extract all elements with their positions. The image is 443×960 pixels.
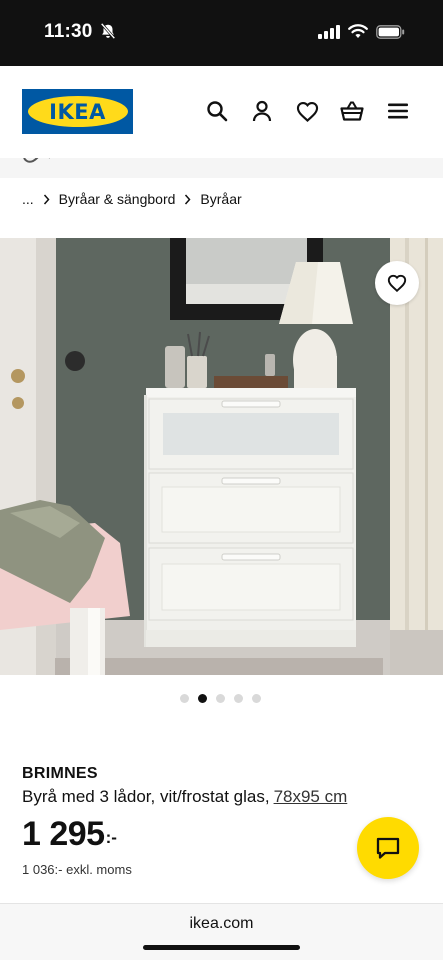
heart-icon [387,274,407,292]
logo-oval: IKEA [27,96,128,127]
wifi-icon [348,24,368,38]
home-indicator[interactable] [143,945,300,950]
site-header: IKEA [0,66,443,158]
breadcrumb-item-bedside[interactable]: Byråar & sängbord [59,191,176,207]
carousel-dot[interactable] [252,694,261,703]
product-name: BRIMNES [22,765,98,782]
battery-icon [376,24,405,39]
chevron-right-icon [43,194,50,204]
status-time: 11:30 [44,21,93,42]
breadcrumb: ... Byråar & sängbord Byråar [22,191,242,207]
logo-text: IKEA [49,99,106,124]
ikea-logo[interactable]: IKEA [22,89,133,134]
search-button[interactable] [205,99,229,123]
chevron-right-icon [185,194,191,204]
bell-off-icon [100,22,116,40]
basket-icon [340,101,364,121]
product-size-link[interactable]: 78x95 cm [274,787,348,806]
price-suffix: :- [105,828,117,847]
basket-button[interactable] [340,99,364,123]
search-icon [207,101,228,122]
carousel-dot[interactable] [216,694,225,703]
url-text[interactable]: ikea.com [0,915,443,933]
menu-icon [388,103,408,119]
subnav-strip [0,158,443,178]
price-amount: 1 295 [22,815,105,853]
breadcrumb-ellipsis[interactable]: ... [22,191,34,207]
status-bar: 11:30 [0,0,443,66]
product-description-text: Byrå med 3 lådor, vit/frostat glas, [22,787,270,806]
favourites-button[interactable] [295,99,319,123]
partial-nav-icon [23,158,50,163]
carousel-dot-active[interactable] [198,694,207,703]
profile-button[interactable] [250,99,274,123]
carousel-dot[interactable] [234,694,243,703]
save-to-favourites-button[interactable] [375,261,419,305]
product-price: 1 295 :- [22,814,117,854]
browser-url-bar[interactable]: ikea.com [0,903,443,960]
heart-icon [296,101,318,122]
price-excluding-vat: 1 036:- exkl. moms [22,862,132,877]
product-description: Byrå med 3 lådor, vit/frostat glas, 78x95… [22,787,347,807]
chat-button[interactable] [357,817,419,879]
image-carousel-dots [180,694,261,703]
product-image[interactable] [0,238,443,675]
chat-icon [376,837,400,859]
carousel-dot[interactable] [180,694,189,703]
breadcrumb-item-dressers[interactable]: Byråar [200,191,241,207]
menu-button[interactable] [386,99,410,123]
profile-icon [252,100,272,122]
product-photo [0,238,443,675]
signal-icon [318,24,340,39]
